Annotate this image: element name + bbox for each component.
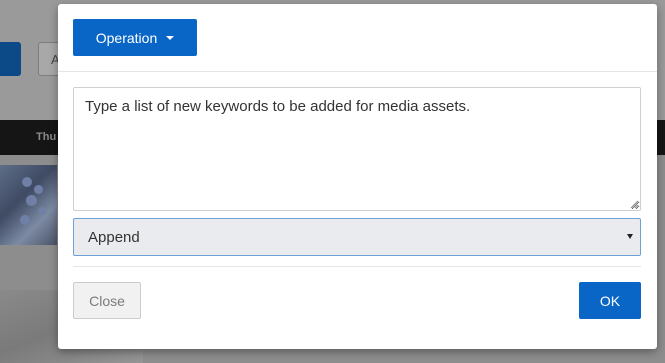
- operation-dropdown-button[interactable]: Operation: [73, 19, 197, 56]
- background-primary-button: [0, 42, 21, 76]
- operation-button-label: Operation: [95, 29, 158, 46]
- operation-mode-select[interactable]: Append: [73, 218, 641, 256]
- background-nav-label: Thu: [36, 131, 57, 143]
- ok-button[interactable]: OK: [579, 282, 641, 319]
- dialog-header: Operation: [58, 4, 657, 72]
- background-thumbnail: [0, 165, 57, 245]
- select-arrow-icon: [627, 234, 633, 239]
- close-button[interactable]: Close: [73, 282, 141, 319]
- page: A Thu Operation Append: [0, 0, 665, 363]
- caret-down-icon: [166, 36, 175, 40]
- keywords-textarea[interactable]: [73, 87, 641, 211]
- dialog-footer-divider: [73, 266, 641, 267]
- bulk-keywords-dialog: Operation Append Close OK: [58, 4, 657, 349]
- operation-mode-selected-value: Append: [88, 228, 140, 246]
